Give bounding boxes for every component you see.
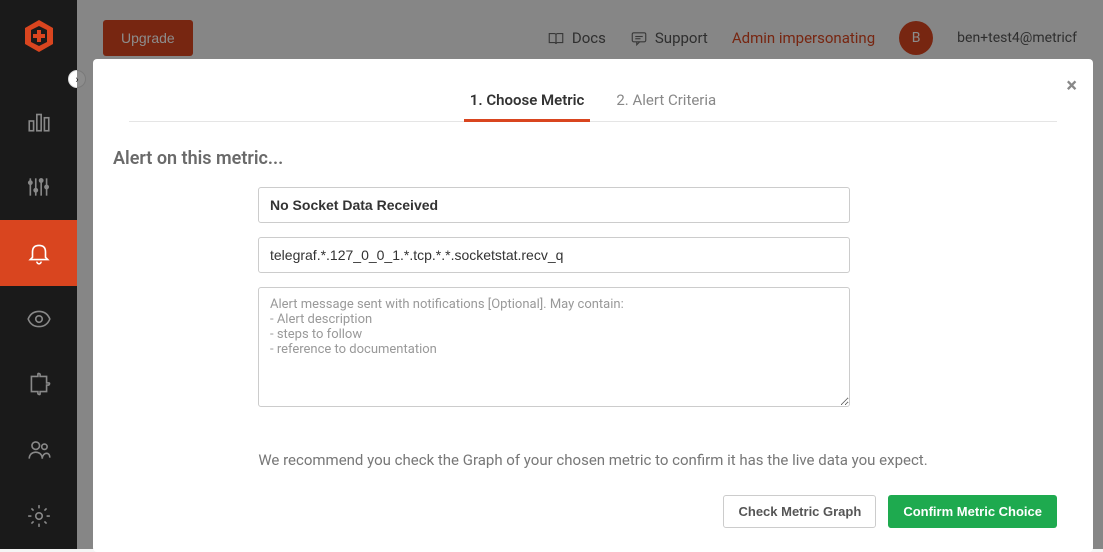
sidebar-item-alerts[interactable] — [0, 220, 77, 286]
sidebar-item-monitoring[interactable] — [0, 286, 77, 352]
tab-choose-metric[interactable]: 1. Choose Metric — [470, 91, 585, 121]
eye-icon — [26, 306, 52, 332]
modal-tabs: 1. Choose Metric 2. Alert Criteria — [129, 59, 1057, 122]
puzzle-icon — [26, 371, 52, 397]
confirm-metric-choice-button[interactable]: Confirm Metric Choice — [888, 495, 1057, 528]
modal-heading: Alert on this metric... — [113, 148, 1003, 169]
bar-chart-icon — [26, 108, 52, 134]
sidebar-item-users[interactable] — [0, 417, 77, 483]
sidebar-item-metrics[interactable] — [0, 154, 77, 220]
alert-name-input[interactable] — [258, 187, 850, 223]
gear-icon — [26, 503, 52, 529]
sidebar — [0, 0, 77, 549]
sidebar-item-settings[interactable] — [0, 483, 77, 549]
users-icon — [26, 437, 52, 463]
recommendation-text: We recommend you check the Graph of your… — [183, 451, 1003, 469]
bell-icon — [26, 240, 52, 266]
check-metric-graph-button[interactable]: Check Metric Graph — [723, 495, 876, 528]
create-alert-modal: × 1. Choose Metric 2. Alert Criteria Ale… — [93, 59, 1093, 552]
sidebar-item-integrations[interactable] — [0, 351, 77, 417]
close-button[interactable]: × — [1066, 73, 1077, 97]
sidebar-item-dashboards[interactable] — [0, 88, 77, 154]
sliders-icon — [26, 174, 52, 200]
close-icon: × — [1066, 73, 1077, 97]
app-logo — [21, 18, 57, 58]
tab-alert-criteria[interactable]: 2. Alert Criteria — [616, 91, 716, 121]
metric-path-input[interactable] — [258, 237, 850, 273]
alert-message-textarea[interactable] — [258, 287, 850, 407]
